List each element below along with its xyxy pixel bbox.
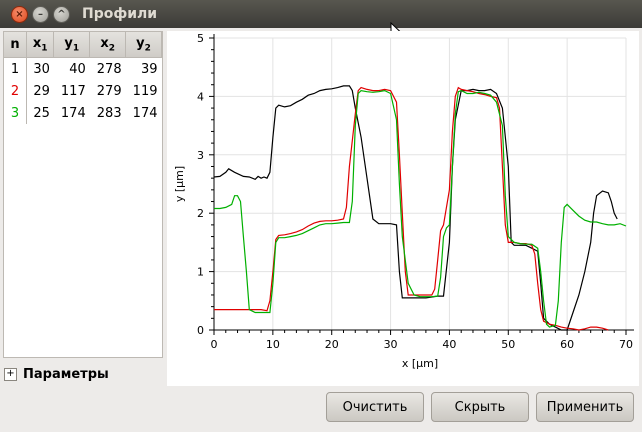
- clear-button[interactable]: Очистить: [326, 392, 424, 422]
- minimize-icon[interactable]: –: [32, 6, 49, 23]
- table-cell-y1: 117: [60, 83, 86, 99]
- apply-button[interactable]: Применить: [536, 392, 634, 422]
- table-row[interactable]: 2 29 117 279 119: [4, 80, 162, 102]
- y-tick-label: 1: [197, 266, 204, 279]
- expand-icon[interactable]: +: [4, 368, 17, 381]
- profile-series-1: [213, 85, 618, 331]
- x-tick-label: 50: [501, 338, 515, 351]
- profiles-table: n x1 y1 x2 y2 1 30 40 278 39 2 29 117 279 119 3 25 174 28…: [4, 32, 162, 124]
- title-bar: × – ^ Профили: [0, 0, 642, 28]
- table-cell-x1: 30: [33, 61, 50, 77]
- table-cell-x2: 283: [96, 105, 122, 121]
- chart-svg: 0 10 20 30 40 50 60 70 0 1 2 3 4 5 x [µm] y [µm]: [173, 32, 634, 370]
- y-tick-label: 4: [197, 90, 204, 103]
- profiles-table-panel[interactable]: n x1 y1 x2 y2 1 30 40 278 39 2 29 117 279 119 3 25 174 28…: [3, 31, 163, 358]
- y-tick-label: 3: [197, 149, 204, 162]
- table-cell-x2: 278: [96, 61, 122, 77]
- params-expander[interactable]: + Параметры: [4, 367, 109, 382]
- table-cell-x2: 279: [96, 83, 122, 99]
- column-header[interactable]: y1: [53, 32, 91, 58]
- table-cell-n: 2: [4, 80, 27, 102]
- table-row[interactable]: 3 25 174 283 174: [4, 102, 162, 124]
- x-tick-label: 60: [560, 338, 574, 351]
- table-cell-n: 3: [4, 102, 27, 124]
- x-tick-label: 70: [619, 338, 633, 351]
- table-cell-y2: 174: [132, 105, 158, 121]
- table-cell-x1: 25: [33, 105, 50, 121]
- table-cell-y2: 39: [140, 61, 158, 77]
- params-label: Параметры: [23, 367, 109, 382]
- column-header[interactable]: x1: [26, 32, 55, 58]
- table-row[interactable]: 1 30 40 278 39: [4, 57, 162, 80]
- column-header[interactable]: y2: [125, 32, 162, 58]
- hide-button[interactable]: Скрыть: [431, 392, 529, 422]
- maximize-icon[interactable]: ^: [53, 6, 70, 23]
- table-cell-n: 1: [4, 57, 27, 80]
- x-tick-label: 20: [325, 338, 339, 351]
- close-icon[interactable]: ×: [11, 6, 28, 23]
- y-tick-label: 2: [197, 207, 204, 220]
- x-tick-label: 30: [384, 338, 398, 351]
- table-cell-x1: 29: [33, 83, 50, 99]
- x-tick-label: 10: [266, 338, 280, 351]
- column-header[interactable]: x2: [89, 32, 127, 58]
- y-tick-label: 5: [197, 32, 204, 45]
- y-axis-label: y [µm]: [173, 166, 186, 202]
- table-cell-y1: 40: [69, 61, 86, 77]
- x-tick-label: 40: [442, 338, 456, 351]
- column-header[interactable]: n: [4, 32, 27, 58]
- profile-chart: 0 10 20 30 40 50 60 70 0 1 2 3 4 5 x [µm] y [µm]: [167, 31, 639, 386]
- window-title: Профили: [82, 6, 158, 22]
- x-tick-label: 0: [211, 338, 218, 351]
- profile-series-3: [214, 89, 627, 328]
- x-axis-label: x [µm]: [402, 357, 438, 370]
- table-cell-y2: 119: [132, 83, 158, 99]
- y-tick-label: 0: [197, 324, 204, 337]
- table-cell-y1: 174: [60, 105, 86, 121]
